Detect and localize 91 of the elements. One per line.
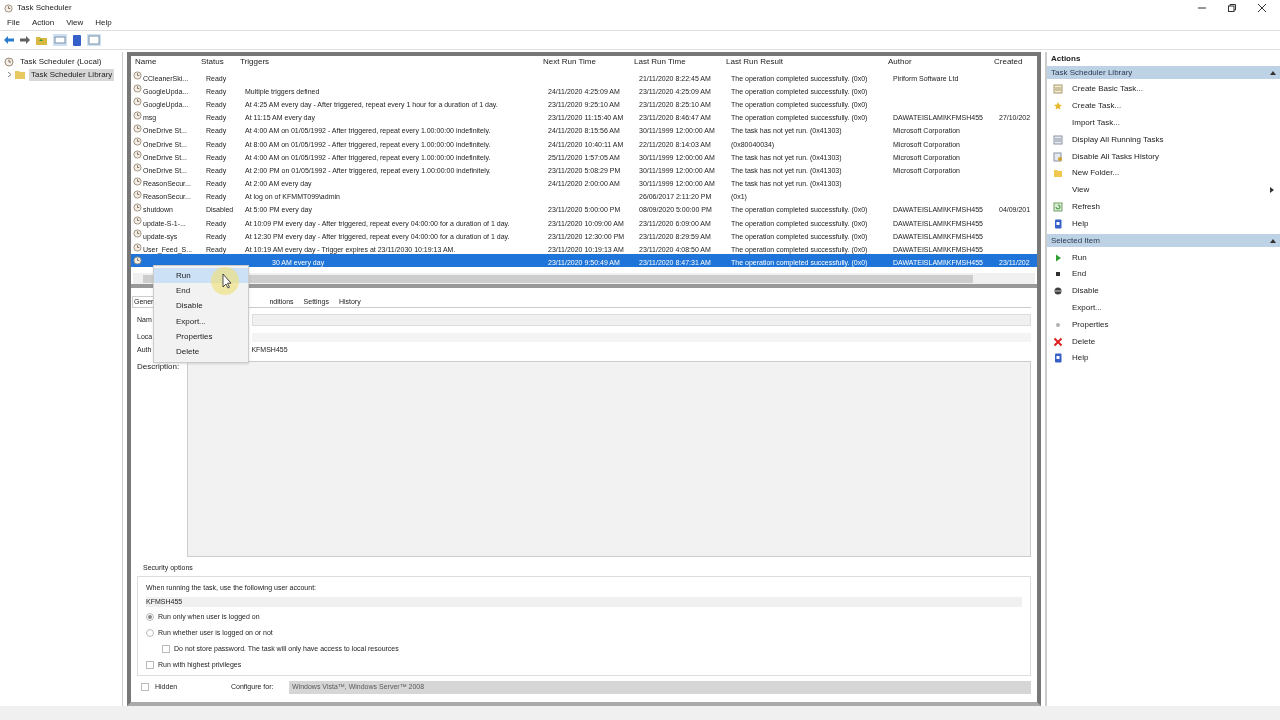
- task-command[interactable]: Export...: [1047, 299, 1280, 317]
- folder-up-icon[interactable]: [36, 35, 47, 45]
- task-command[interactable]: Run: [1047, 249, 1280, 266]
- name-field[interactable]: [251, 314, 1031, 326]
- clock-icon: [133, 123, 142, 133]
- radio-button[interactable]: [146, 613, 154, 621]
- clock-icon: [133, 71, 142, 81]
- clock-icon: [133, 84, 142, 94]
- field-label: Description:: [137, 361, 179, 373]
- history-icon: [1053, 151, 1063, 162]
- run-icon: [1053, 252, 1063, 263]
- description-field[interactable]: [187, 361, 1031, 557]
- disable-icon: [1053, 286, 1063, 297]
- horizontal-scrollbar[interactable]: [133, 273, 1035, 284]
- task-command[interactable]: End: [1047, 265, 1280, 283]
- task-command[interactable]: Refresh: [1047, 198, 1280, 216]
- checkbox[interactable]: [146, 661, 154, 669]
- column-header[interactable]: Created: [994, 56, 1034, 68]
- window-title: Task Scheduler: [17, 2, 72, 14]
- clock-icon: [4, 56, 14, 67]
- column-header[interactable]: Triggers: [240, 56, 543, 68]
- cursor-highlight-icon: [210, 266, 240, 296]
- list-window-icon: [1053, 134, 1063, 145]
- menu-item[interactable]: File: [7, 17, 20, 29]
- column-header[interactable]: Name: [135, 56, 201, 68]
- expand-chevron-icon[interactable]: [8, 72, 11, 77]
- context-menu-item[interactable]: Delete: [154, 344, 248, 360]
- delete-icon: [1053, 336, 1063, 347]
- menu-item[interactable]: Action: [31, 17, 55, 29]
- column-header[interactable]: Last Run Time: [634, 56, 726, 68]
- context-menu-item[interactable]: End: [154, 283, 248, 299]
- help-book-icon: [1053, 353, 1063, 364]
- help-book-icon[interactable]: [73, 34, 81, 46]
- folder-icon: [15, 70, 25, 79]
- help-book-icon: [1053, 218, 1063, 229]
- tree-item[interactable]: Task Scheduler (Local): [18, 55, 104, 68]
- task-command[interactable]: Display All Running Tasks: [1047, 131, 1280, 149]
- folder-icon: [1053, 168, 1063, 179]
- submenu-arrow-icon: [1270, 187, 1274, 194]
- clock-icon: [133, 97, 142, 107]
- section-header[interactable]: Task Scheduler Library: [1047, 66, 1280, 79]
- context-menu-item[interactable]: Run: [154, 268, 248, 284]
- clock-icon: [133, 189, 142, 199]
- column-header[interactable]: Author: [888, 56, 994, 68]
- star-icon: [1053, 101, 1063, 112]
- close-icon[interactable]: [1258, 4, 1266, 12]
- clock-icon: [133, 150, 142, 160]
- checkbox[interactable]: [162, 645, 170, 653]
- task-command[interactable]: Disable: [1047, 282, 1280, 300]
- task-command[interactable]: Import Task...: [1047, 114, 1280, 132]
- clock-icon: [133, 255, 142, 265]
- clock-icon: [133, 242, 142, 252]
- clock-icon: [133, 202, 142, 212]
- tree-item[interactable]: Task Scheduler Library: [29, 68, 115, 81]
- back-arrow-icon[interactable]: [4, 36, 14, 44]
- task-command[interactable]: Create Basic Task...: [1047, 81, 1280, 98]
- menu-item[interactable]: Help: [95, 17, 112, 29]
- column-header[interactable]: Status: [201, 56, 240, 68]
- task-command[interactable]: New Folder...: [1047, 165, 1280, 182]
- context-menu-item[interactable]: Export...: [154, 313, 248, 330]
- pane-icon[interactable]: [87, 34, 101, 46]
- clock-icon: [133, 229, 142, 239]
- task-command[interactable]: Delete: [1047, 333, 1280, 350]
- task-command[interactable]: Help: [1047, 349, 1280, 367]
- calendar-icon: [1053, 84, 1063, 95]
- clock-icon: [133, 176, 142, 186]
- clock-icon: [133, 216, 142, 226]
- context-menu-item[interactable]: Disable: [154, 298, 248, 314]
- task-command[interactable]: Disable All Tasks History: [1047, 148, 1280, 165]
- task-command[interactable]: Help: [1047, 215, 1280, 233]
- pane-title: Actions: [1050, 53, 1082, 65]
- minimize-icon[interactable]: [1198, 4, 1206, 12]
- clock-icon: [133, 110, 142, 120]
- section-header[interactable]: Selected Item: [1047, 234, 1280, 248]
- clock-icon: [133, 137, 142, 147]
- task-command[interactable]: View: [1047, 181, 1280, 199]
- clock-icon: [133, 163, 142, 173]
- task-command[interactable]: Properties: [1047, 316, 1280, 334]
- column-header[interactable]: Next Run Time: [543, 56, 634, 68]
- collapse-caret-icon[interactable]: [1270, 70, 1276, 75]
- collapse-caret-icon[interactable]: [1270, 238, 1276, 243]
- task-command[interactable]: Create Task...: [1047, 97, 1280, 115]
- checkbox[interactable]: [141, 683, 149, 691]
- refresh-icon: [1053, 201, 1063, 212]
- pane-icon[interactable]: [53, 34, 67, 46]
- column-header[interactable]: Last Run Result: [726, 56, 888, 68]
- clock-icon: [4, 3, 13, 13]
- forward-arrow-icon[interactable]: [20, 36, 30, 44]
- context-menu-item[interactable]: Properties: [154, 329, 248, 345]
- menu-item[interactable]: View: [66, 17, 84, 29]
- restore-icon[interactable]: [1228, 4, 1236, 12]
